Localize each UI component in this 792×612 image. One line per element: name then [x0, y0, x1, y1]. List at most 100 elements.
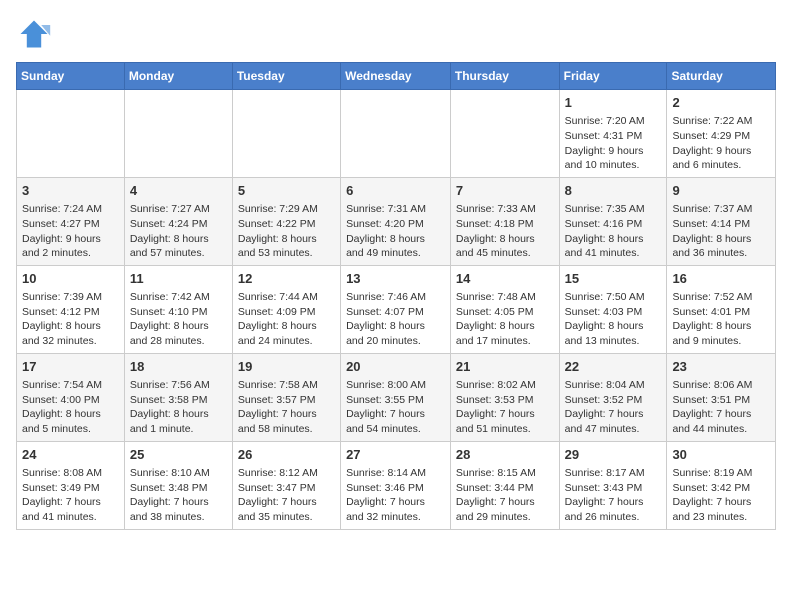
day-number: 27: [346, 446, 445, 464]
cell-content-line: Daylight: 8 hours and 49 minutes.: [346, 232, 445, 261]
calendar-cell: 9Sunrise: 7:37 AMSunset: 4:14 PMDaylight…: [667, 177, 776, 265]
calendar-cell: 2 Sunrise: 7:22 AMSunset: 4:29 PMDaylight…: [667, 90, 776, 178]
cell-content-line: Daylight: 8 hours and 1 minute.: [130, 407, 227, 436]
calendar-cell: 23Sunrise: 8:06 AMSunset: 3:51 PMDayligh…: [667, 353, 776, 441]
day-number: 3: [22, 182, 119, 200]
cell-content-line: Sunset: 3:51 PM: [672, 393, 770, 408]
cell-content-line: Daylight: 7 hours and 47 minutes.: [565, 407, 662, 436]
cell-content-line: Sunset: 3:46 PM: [346, 481, 445, 496]
calendar-cell: [341, 90, 451, 178]
day-number: 17: [22, 358, 119, 376]
day-number: 14: [456, 270, 554, 288]
cell-content-line: Daylight: 8 hours and 36 minutes.: [672, 232, 770, 261]
day-number: 6: [346, 182, 445, 200]
cell-content-line: Daylight: 7 hours and 38 minutes.: [130, 495, 227, 524]
day-number: 1: [565, 94, 662, 112]
cell-content-line: Sunrise: 8:10 AM: [130, 466, 227, 481]
cell-content-line: Daylight: 9 hours and 6 minutes.: [672, 144, 770, 173]
day-number: 26: [238, 446, 335, 464]
cell-content-line: Daylight: 7 hours and 58 minutes.: [238, 407, 335, 436]
day-header-tuesday: Tuesday: [232, 63, 340, 90]
cell-content-line: Sunset: 3:55 PM: [346, 393, 445, 408]
calendar-table: SundayMondayTuesdayWednesdayThursdayFrid…: [16, 62, 776, 530]
calendar-cell: 3Sunrise: 7:24 AMSunset: 4:27 PMDaylight…: [17, 177, 125, 265]
cell-content-line: Daylight: 8 hours and 45 minutes.: [456, 232, 554, 261]
day-header-monday: Monday: [124, 63, 232, 90]
cell-content-line: Sunrise: 8:08 AM: [22, 466, 119, 481]
day-number: 18: [130, 358, 227, 376]
cell-content-line: Sunset: 4:00 PM: [22, 393, 119, 408]
page-header: [16, 16, 776, 52]
day-number: 11: [130, 270, 227, 288]
day-number: 29: [565, 446, 662, 464]
cell-content-line: Sunset: 4:18 PM: [456, 217, 554, 232]
calendar-cell: 21Sunrise: 8:02 AMSunset: 3:53 PMDayligh…: [450, 353, 559, 441]
cell-content-line: Daylight: 7 hours and 26 minutes.: [565, 495, 662, 524]
cell-content-line: Sunset: 4:24 PM: [130, 217, 227, 232]
cell-content-line: Daylight: 8 hours and 5 minutes.: [22, 407, 119, 436]
cell-content-line: Sunrise: 7:22 AM: [672, 114, 770, 129]
cell-content-line: Sunset: 4:20 PM: [346, 217, 445, 232]
cell-content-line: Sunset: 4:01 PM: [672, 305, 770, 320]
calendar-cell: 6 Sunrise: 7:31 AMSunset: 4:20 PMDaylight…: [341, 177, 451, 265]
cell-content-line: Sunrise: 7:33 AM: [456, 202, 554, 217]
cell-content-line: Sunset: 3:52 PM: [565, 393, 662, 408]
cell-content-line: Daylight: 9 hours and 10 minutes.: [565, 144, 662, 173]
calendar-cell: 29Sunrise: 8:17 AMSunset: 3:43 PMDayligh…: [559, 441, 667, 529]
calendar-week-row: 3Sunrise: 7:24 AMSunset: 4:27 PMDaylight…: [17, 177, 776, 265]
cell-content-line: Sunrise: 7:44 AM: [238, 290, 335, 305]
cell-content-line: Sunrise: 7:39 AM: [22, 290, 119, 305]
cell-content-line: Sunset: 3:48 PM: [130, 481, 227, 496]
logo: [16, 16, 58, 52]
cell-content-line: Sunset: 4:07 PM: [346, 305, 445, 320]
day-number: 2: [672, 94, 770, 112]
cell-content-line: Sunset: 3:44 PM: [456, 481, 554, 496]
calendar-cell: 13Sunrise: 7:46 AMSunset: 4:07 PMDayligh…: [341, 265, 451, 353]
calendar-cell: 18Sunrise: 7:56 AMSunset: 3:58 PMDayligh…: [124, 353, 232, 441]
cell-content-line: Sunset: 4:29 PM: [672, 129, 770, 144]
day-number: 25: [130, 446, 227, 464]
calendar-cell: [124, 90, 232, 178]
calendar-cell: 1Sunrise: 7:20 AMSunset: 4:31 PMDaylight…: [559, 90, 667, 178]
calendar-cell: 5Sunrise: 7:29 AMSunset: 4:22 PMDaylight…: [232, 177, 340, 265]
cell-content-line: Sunrise: 8:00 AM: [346, 378, 445, 393]
cell-content-line: Sunrise: 7:58 AM: [238, 378, 335, 393]
cell-content-line: Sunset: 3:42 PM: [672, 481, 770, 496]
day-number: 9: [672, 182, 770, 200]
cell-content-line: Daylight: 8 hours and 57 minutes.: [130, 232, 227, 261]
day-number: 12: [238, 270, 335, 288]
day-header-wednesday: Wednesday: [341, 63, 451, 90]
cell-content-line: Sunset: 3:43 PM: [565, 481, 662, 496]
cell-content-line: Sunrise: 8:06 AM: [672, 378, 770, 393]
cell-content-line: Sunrise: 7:56 AM: [130, 378, 227, 393]
day-number: 28: [456, 446, 554, 464]
day-number: 20: [346, 358, 445, 376]
cell-content-line: Sunrise: 7:46 AM: [346, 290, 445, 305]
cell-content-line: Sunrise: 8:02 AM: [456, 378, 554, 393]
calendar-cell: 24Sunrise: 8:08 AMSunset: 3:49 PMDayligh…: [17, 441, 125, 529]
cell-content-line: Daylight: 8 hours and 13 minutes.: [565, 319, 662, 348]
day-number: 5: [238, 182, 335, 200]
calendar-cell: 25 Sunrise: 8:10 AMSunset: 3:48 PMDayligh…: [124, 441, 232, 529]
cell-content-line: Sunrise: 7:35 AM: [565, 202, 662, 217]
cell-content-line: Sunrise: 7:29 AM: [238, 202, 335, 217]
cell-content-line: Sunset: 4:16 PM: [565, 217, 662, 232]
cell-content-line: Daylight: 8 hours and 17 minutes.: [456, 319, 554, 348]
cell-content-line: Sunrise: 8:04 AM: [565, 378, 662, 393]
cell-content-line: Sunset: 3:53 PM: [456, 393, 554, 408]
cell-content-line: Daylight: 7 hours and 29 minutes.: [456, 495, 554, 524]
cell-content-line: Sunset: 4:03 PM: [565, 305, 662, 320]
calendar-week-row: 17Sunrise: 7:54 AMSunset: 4:00 PMDayligh…: [17, 353, 776, 441]
calendar-cell: 22Sunrise: 8:04 AMSunset: 3:52 PMDayligh…: [559, 353, 667, 441]
cell-content-line: Daylight: 8 hours and 32 minutes.: [22, 319, 119, 348]
cell-content-line: Daylight: 8 hours and 24 minutes.: [238, 319, 335, 348]
cell-content-line: Sunrise: 7:31 AM: [346, 202, 445, 217]
calendar-cell: [17, 90, 125, 178]
calendar-cell: 19Sunrise: 7:58 AMSunset: 3:57 PMDayligh…: [232, 353, 340, 441]
cell-content-line: Sunset: 4:22 PM: [238, 217, 335, 232]
calendar-cell: 30Sunrise: 8:19 AMSunset: 3:42 PMDayligh…: [667, 441, 776, 529]
day-number: 30: [672, 446, 770, 464]
calendar-cell: 27Sunrise: 8:14 AMSunset: 3:46 PMDayligh…: [341, 441, 451, 529]
cell-content-line: Sunrise: 8:12 AM: [238, 466, 335, 481]
calendar-week-row: 1Sunrise: 7:20 AMSunset: 4:31 PMDaylight…: [17, 90, 776, 178]
